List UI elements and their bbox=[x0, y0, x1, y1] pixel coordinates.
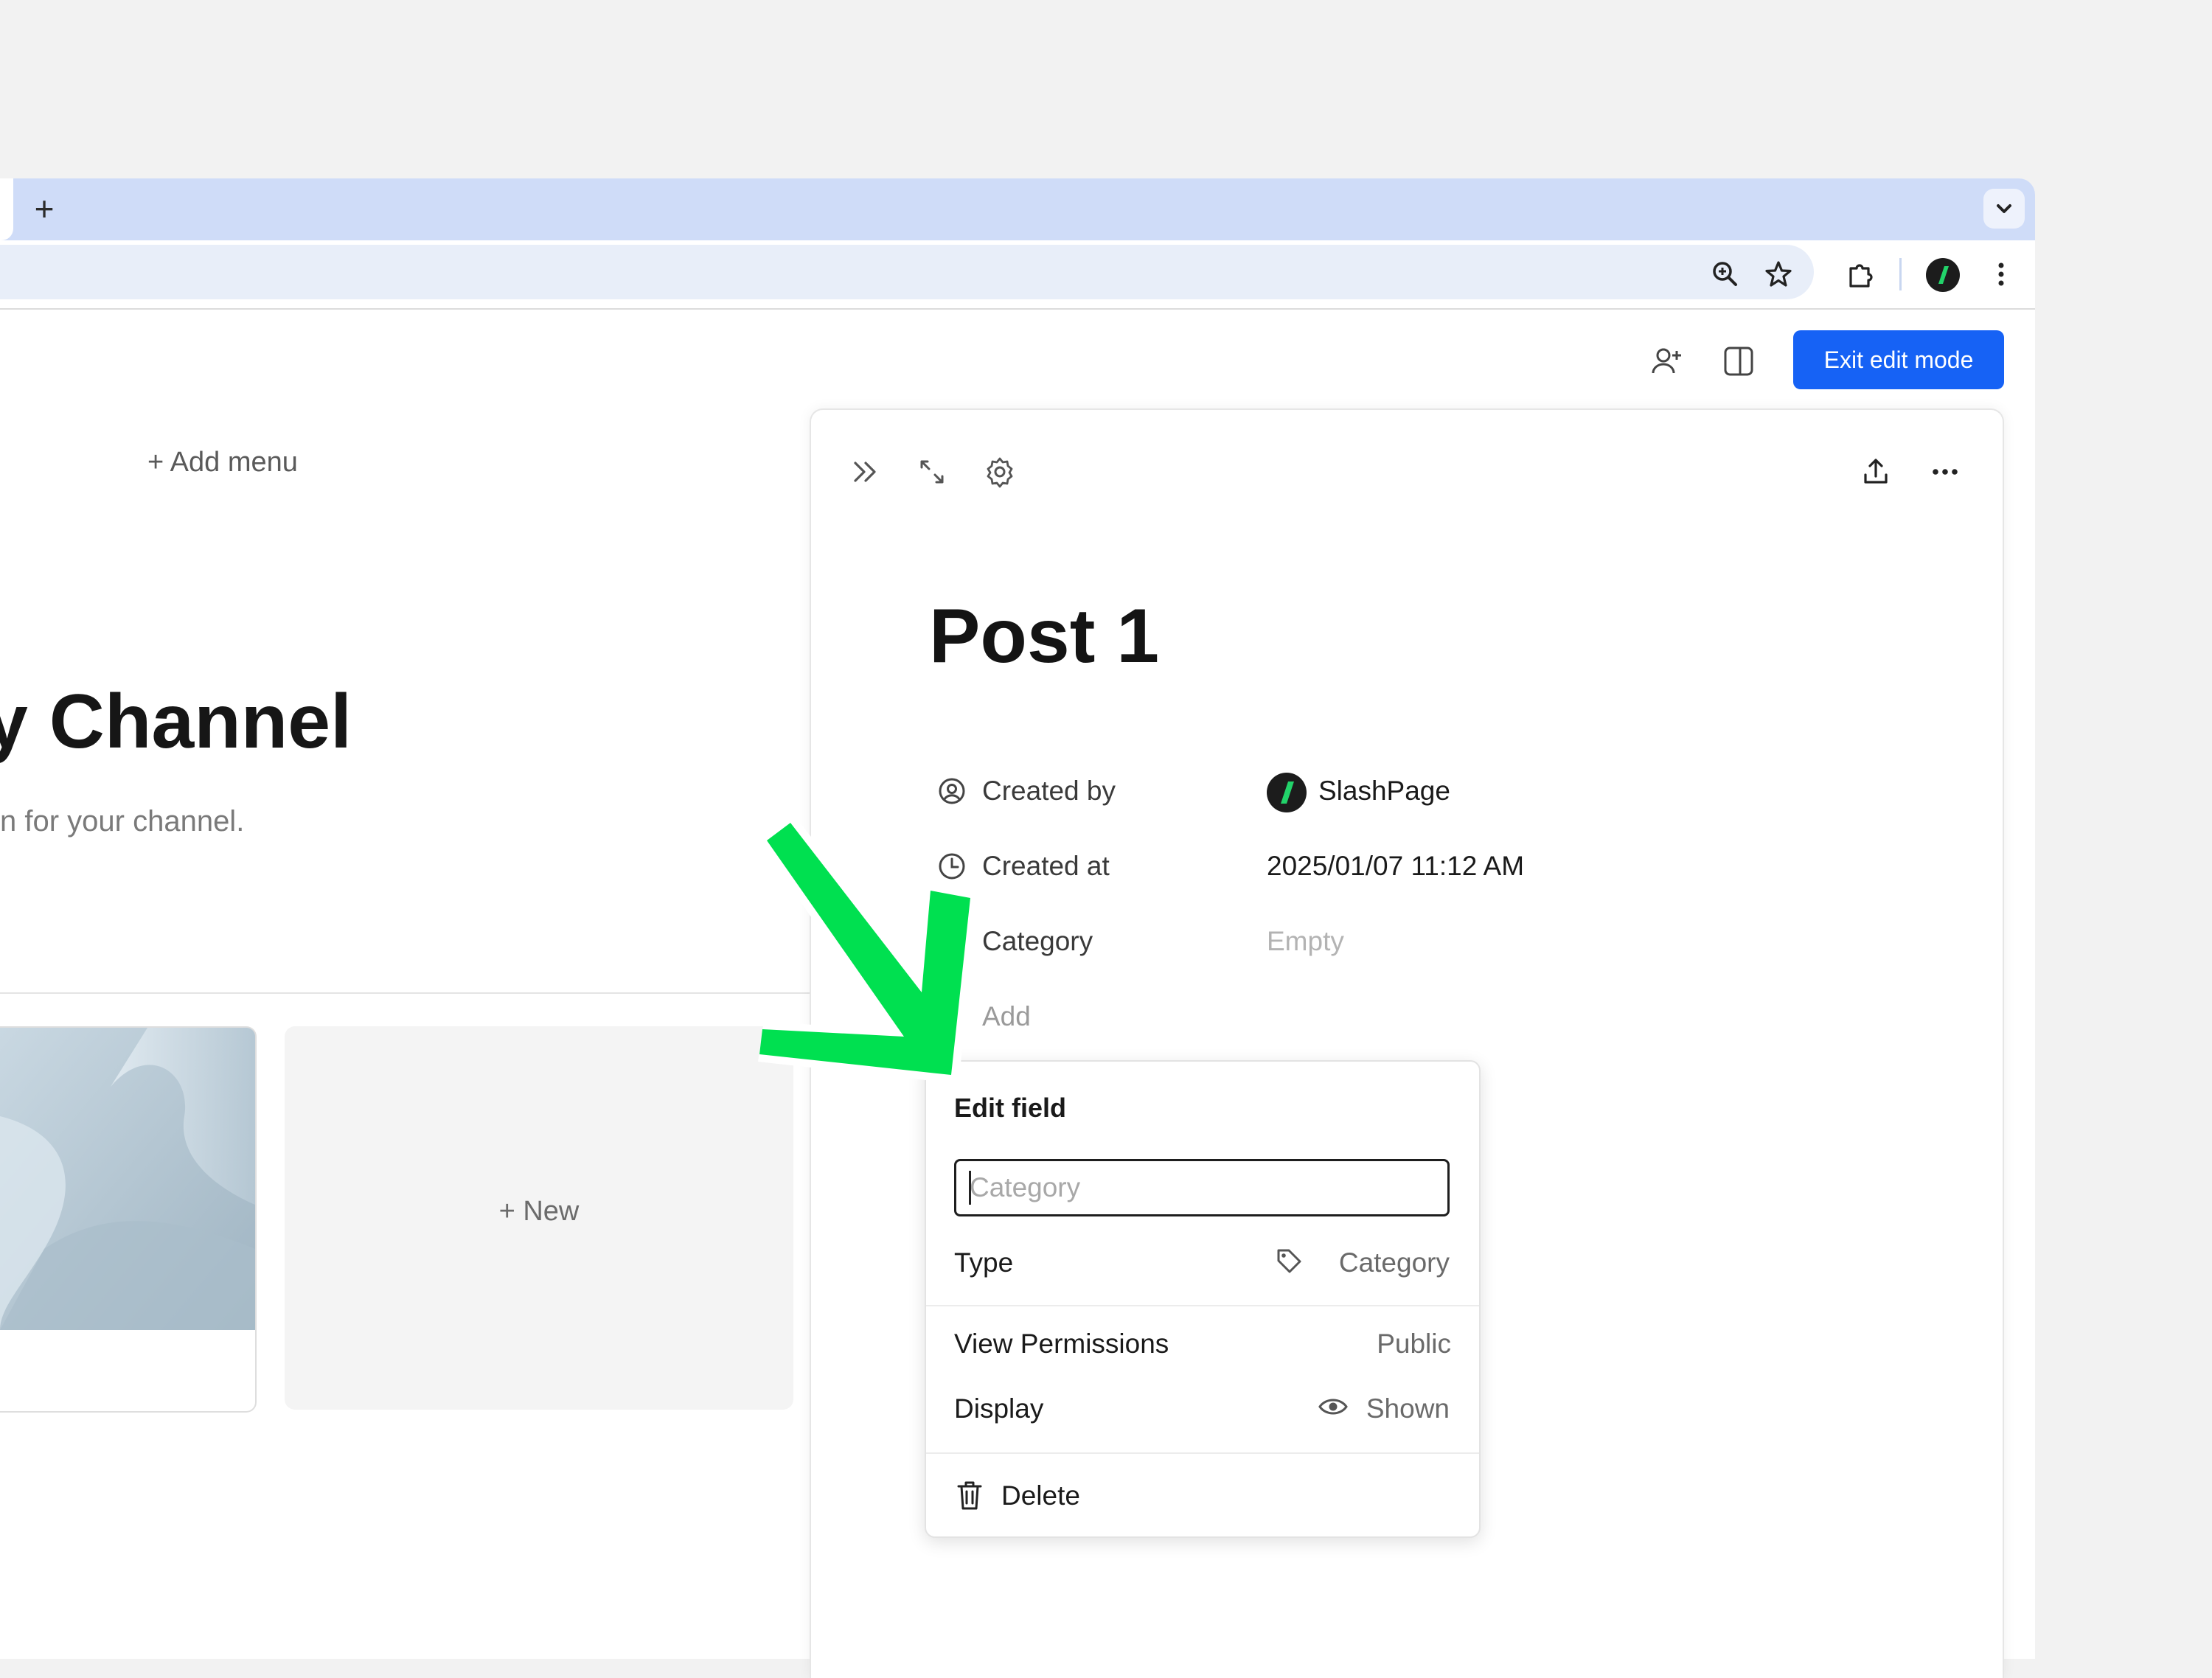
eye-icon bbox=[1318, 1399, 1348, 1415]
split-view-icon[interactable] bbox=[1718, 341, 1759, 382]
add-property-button[interactable]: Add bbox=[982, 1001, 1031, 1032]
more-options-icon[interactable] bbox=[1926, 453, 1964, 491]
delete-label: Delete bbox=[1001, 1480, 1080, 1511]
plus-icon: + bbox=[147, 447, 170, 478]
bookmark-star-icon[interactable] bbox=[1758, 254, 1799, 295]
tag-icon bbox=[1277, 1249, 1301, 1273]
property-label-created-by: Created by bbox=[982, 776, 1116, 806]
channel-title-prefix: y bbox=[0, 679, 28, 765]
zoom-icon[interactable] bbox=[1705, 254, 1746, 295]
toolbar-divider bbox=[1899, 258, 1902, 290]
add-menu-label: Add menu bbox=[170, 447, 298, 478]
separator bbox=[926, 1452, 1479, 1454]
plus-icon: + bbox=[498, 1196, 524, 1227]
new-post-label: New bbox=[523, 1196, 580, 1227]
profile-avatar[interactable] bbox=[1926, 258, 1960, 292]
separator bbox=[926, 1305, 1479, 1306]
tab-strip: + bbox=[0, 178, 2035, 240]
author-avatar bbox=[1267, 773, 1307, 812]
collapse-panel-icon[interactable] bbox=[846, 453, 885, 491]
expand-icon[interactable] bbox=[913, 453, 951, 491]
new-post-card[interactable]: + New bbox=[285, 1026, 793, 1410]
channel-title-text: Channel bbox=[49, 679, 352, 765]
user-circle-icon bbox=[939, 778, 965, 804]
display-toggle[interactable]: Shown bbox=[1317, 1389, 1450, 1426]
type-selector[interactable]: Category bbox=[1273, 1243, 1450, 1280]
browser-toolbar bbox=[0, 240, 2035, 310]
channel-description: n for your channel. bbox=[0, 805, 245, 838]
display-value: Shown bbox=[1366, 1393, 1450, 1424]
property-label-created-at: Created at bbox=[982, 851, 1110, 881]
active-tab[interactable] bbox=[0, 178, 13, 240]
delete-field-button[interactable]: Delete bbox=[954, 1475, 1175, 1516]
text-caret bbox=[969, 1171, 971, 1205]
new-post-button[interactable]: + New bbox=[285, 1196, 793, 1228]
view-permissions-value[interactable]: Public bbox=[1377, 1329, 1451, 1360]
trash-icon bbox=[957, 1481, 982, 1510]
post-title: Post 1 bbox=[929, 593, 1160, 679]
post-thumbnail-image bbox=[0, 1028, 255, 1330]
property-value-category[interactable]: Empty bbox=[1267, 926, 1344, 957]
edit-field-popover: Edit field Type Category View Permission… bbox=[925, 1060, 1481, 1538]
share-upload-icon[interactable] bbox=[1857, 453, 1895, 491]
property-value-created-by: SlashPage bbox=[1318, 776, 1450, 806]
type-label: Type bbox=[954, 1247, 1014, 1278]
invite-user-icon[interactable] bbox=[1647, 341, 1688, 382]
type-value: Category bbox=[1338, 1247, 1450, 1278]
property-value-created-at: 2025/01/07 11:12 AM bbox=[1267, 851, 1525, 881]
exit-edit-mode-button[interactable]: Exit edit mode bbox=[1793, 330, 2004, 389]
menu-kebab-icon[interactable] bbox=[1980, 254, 2022, 295]
tab-search-button[interactable] bbox=[1983, 189, 2025, 229]
view-permissions-label: View Permissions bbox=[954, 1329, 1169, 1359]
field-name-input[interactable] bbox=[954, 1159, 1450, 1216]
slashpage-logo-icon bbox=[1938, 266, 1949, 284]
annotation-arrow-icon bbox=[752, 811, 979, 1084]
display-label: Display bbox=[954, 1393, 1044, 1424]
settings-gear-icon[interactable] bbox=[981, 453, 1019, 491]
add-menu-button[interactable]: + Add menu bbox=[147, 447, 298, 478]
slashpage-logo-icon bbox=[1281, 781, 1294, 804]
divider bbox=[0, 992, 811, 994]
chevron-down-icon bbox=[1997, 204, 2011, 213]
property-label-category[interactable]: Category bbox=[982, 926, 1093, 957]
address-bar[interactable] bbox=[0, 245, 1814, 299]
new-tab-button[interactable]: + bbox=[29, 190, 59, 227]
extensions-icon[interactable] bbox=[1839, 254, 1880, 295]
post-card[interactable] bbox=[0, 1026, 257, 1413]
channel-title: y Channel bbox=[0, 678, 804, 766]
